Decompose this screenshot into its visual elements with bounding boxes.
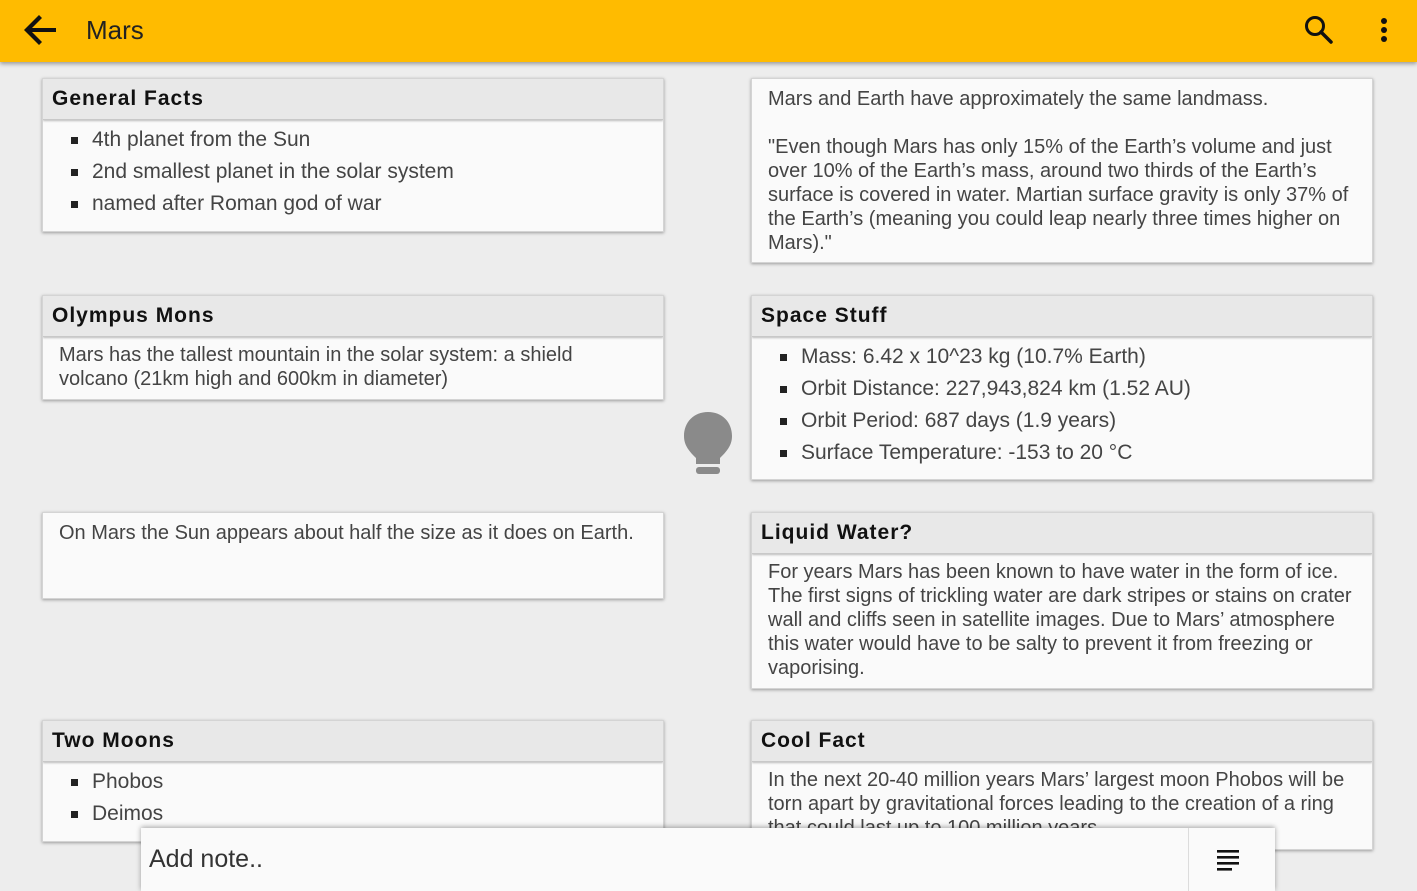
text-format-icon bbox=[1217, 850, 1239, 871]
back-button[interactable] bbox=[22, 12, 60, 48]
note-text: "Even though Mars has only 15% of the Ea… bbox=[768, 136, 1349, 254]
bullet-list: 4th planet from the Sun 2nd smallest pla… bbox=[43, 120, 663, 231]
arrow-left-icon bbox=[24, 15, 56, 45]
card-title: Liquid Water? bbox=[752, 513, 1372, 554]
list-item: Deimos bbox=[71, 798, 647, 830]
text-format-button[interactable] bbox=[1215, 847, 1243, 875]
card-title: Cool Fact bbox=[752, 721, 1372, 762]
note-text: Mars and Earth have approximately the sa… bbox=[768, 88, 1269, 110]
note-card-sun-size[interactable]: On Mars the Sun appears about half the s… bbox=[42, 512, 664, 599]
app-bar: Mars bbox=[0, 0, 1417, 62]
lightbulb-icon bbox=[682, 410, 734, 478]
card-title: Two Moons bbox=[43, 721, 663, 762]
divider bbox=[1188, 828, 1189, 891]
more-options-button[interactable] bbox=[1370, 13, 1398, 47]
note-card-olympus-mons[interactable]: Olympus Mons Mars has the tallest mounta… bbox=[42, 295, 664, 400]
card-title: Olympus Mons bbox=[43, 296, 663, 337]
card-title: General Facts bbox=[43, 79, 663, 120]
page-title: Mars bbox=[86, 15, 144, 45]
list-item: 4th planet from the Sun bbox=[71, 124, 647, 156]
list-item: 2nd smallest planet in the solar system bbox=[71, 156, 647, 188]
list-item: Mass: 6.42 x 10^23 kg (10.7% Earth) bbox=[780, 341, 1356, 373]
list-item: Surface Temperature: -153 to 20 °C bbox=[780, 437, 1356, 469]
list-item: Orbit Distance: 227,943,824 km (1.52 AU) bbox=[780, 373, 1356, 405]
more-vert-icon bbox=[1381, 18, 1387, 42]
note-card-general-facts[interactable]: General Facts 4th planet from the Sun 2n… bbox=[42, 78, 664, 232]
search-icon bbox=[1305, 16, 1333, 44]
list-item: Orbit Period: 687 days (1.9 years) bbox=[780, 405, 1356, 437]
add-note-input[interactable] bbox=[141, 828, 1187, 891]
list-item: named after Roman god of war bbox=[71, 188, 647, 220]
note-card-liquid-water[interactable]: Liquid Water? For years Mars has been kn… bbox=[751, 512, 1373, 689]
note-text: Mars has the tallest mountain in the sol… bbox=[59, 344, 573, 390]
note-card-landmass[interactable]: Mars and Earth have approximately the sa… bbox=[751, 78, 1373, 263]
list-item: Phobos bbox=[71, 766, 647, 798]
add-note-bar bbox=[141, 828, 1275, 891]
note-text: For years Mars has been known to have wa… bbox=[768, 561, 1352, 679]
card-title: Space Stuff bbox=[752, 296, 1372, 337]
note-card-space-stuff[interactable]: Space Stuff Mass: 6.42 x 10^23 kg (10.7%… bbox=[751, 295, 1373, 480]
note-text: On Mars the Sun appears about half the s… bbox=[59, 522, 634, 544]
bullet-list: Mass: 6.42 x 10^23 kg (10.7% Earth) Orbi… bbox=[752, 337, 1372, 479]
search-button[interactable] bbox=[1302, 13, 1336, 47]
note-card-two-moons[interactable]: Two Moons Phobos Deimos bbox=[42, 720, 664, 842]
